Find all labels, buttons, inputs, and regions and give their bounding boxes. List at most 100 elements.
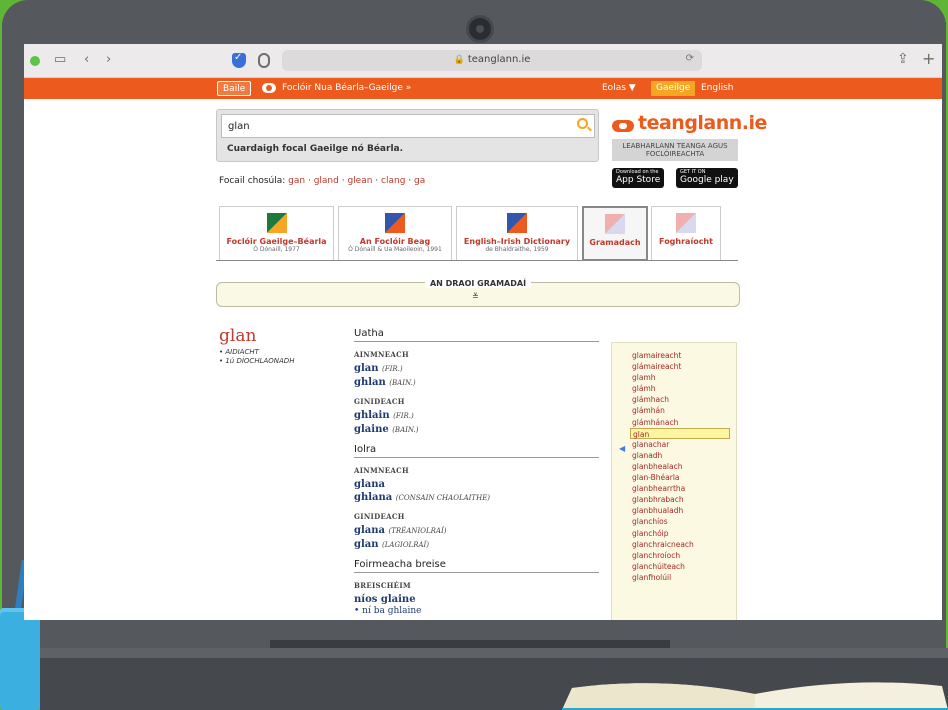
list-item[interactable]: glanachar [612,439,736,450]
browser-toolbar: ▭ ‹ › 🔒teanglann.ie ⟳ ⇪ + [24,44,942,78]
case-label: GINIDEACH [354,512,405,521]
pos-line: • 1ú DÍOCHLAONADH [219,357,295,365]
tab-focloir-gaeilge-bearla[interactable]: Foclóir Gaeilge–Béarla Ó Dónaill, 1977 [219,206,334,261]
logo-eye-icon [612,120,634,132]
reload-icon[interactable]: ⟳ [686,53,694,64]
laptop-keyboard-edge [40,648,948,658]
part-of-speech: • AIDIACHT • 1ú DÍOCHLAONADH [219,348,294,366]
form-row: ghlana (CONSAIN CHAOLAITHE) [354,492,491,503]
tab-title: Foghraíocht [659,237,713,246]
word-list: ◀ glamaireacht glámaireacht glamh glámh … [611,342,737,620]
new-dictionary-link[interactable]: Foclóir Nua Béarla–Gaeilge » [282,83,411,93]
form-row: glan (FIR.) [354,363,403,374]
similar-link[interactable]: gan [288,176,305,186]
google-label: Google play [680,175,734,185]
info-menu[interactable]: Eolas ▼ [602,83,636,93]
search-panel: Cuardaigh focal Gaeilge nó Béarla. [216,109,599,162]
tab-subtitle: de Bhaldraithe, 1959 [485,246,549,253]
back-icon[interactable]: ‹ [84,52,89,67]
lang-gaeilge-button[interactable]: Gaeilge [651,81,696,96]
site-nav: Baile Foclóir Nua Béarla–Gaeilge » Eolas… [24,78,942,99]
app-store-label: App Store [616,175,661,185]
list-item[interactable]: glámhán [612,405,736,416]
form-row: níos glaine [354,594,416,605]
section-title: Foirmeacha breise [354,559,599,573]
section-title: Iolra [354,444,599,458]
grammar-wizard-title: AN DRAOI GRAMADAÍ [424,279,532,288]
address-bar[interactable]: 🔒 teanglann.ie ⟳ [282,50,702,71]
sidebar-icon[interactable]: ▭ [54,52,66,67]
form-row: glan (LAGIOLRAÍ) [354,539,430,550]
tab-title: Gramadach [589,238,641,247]
tab-english-irish[interactable]: English–Irish Dictionary de Bhaldraithe,… [456,206,578,261]
list-item[interactable]: glámaireacht [612,361,736,372]
form-row: glaine (BAIN.) [354,424,419,435]
list-item[interactable]: glanchúiteach [612,561,736,572]
headword: glan [219,326,257,346]
forward-icon[interactable]: › [106,52,111,67]
list-item[interactable]: glanchóip [612,528,736,539]
similar-label: Focail chosúla: [219,176,286,186]
list-item-selected[interactable]: glan [630,427,730,439]
similar-link[interactable]: ga [414,176,425,186]
form-row: • ní ba ghlaine [354,606,422,616]
tab-divider [216,260,738,261]
lock-icon: 🔒 [453,55,465,65]
list-item[interactable]: glan-Bhéarla [612,472,736,483]
list-item[interactable]: glámhach [612,394,736,405]
pencil-icon [605,214,625,234]
tab-subtitle: Ó Dónaill, 1977 [253,246,300,253]
tab-subtitle: Ó Dónaill & Ua Maoileoin, 1991 [348,246,442,253]
list-item[interactable]: glanchíos [612,516,736,527]
case-label: AINMNEACH [354,350,409,359]
case-label: BREISCHÉIM [354,581,411,590]
list-item[interactable]: glámh [612,383,736,394]
similar-link[interactable]: glean [347,176,372,186]
search-icon[interactable] [577,118,588,129]
list-item[interactable]: glámhánach [612,417,736,428]
browser-window: ▭ ‹ › 🔒teanglann.ie ⟳ ⇪ + Baile Foclóir … [24,44,942,620]
list-item[interactable]: glanbhrabach [612,494,736,505]
tab-title: An Foclóir Beag [359,237,431,246]
url-text: teanglann.ie [467,54,531,65]
list-item[interactable]: glanbhualadh [612,505,736,516]
flag-icon [385,213,405,233]
logo-eye-icon [262,83,276,93]
shield-icon[interactable] [232,52,246,68]
list-item[interactable]: glanchraicneach [612,539,736,550]
list-item[interactable]: glanbhealach [612,461,736,472]
list-item[interactable]: glanbhearrtha [612,483,736,494]
tab-gramadach[interactable]: Gramadach [582,206,648,261]
flag-icon [507,213,527,233]
form-row: ghlain (FIR.) [354,410,414,421]
form-row: glana (TRÉANIOLRAÍ) [354,525,447,536]
grammar-table: Uatha AINMNEACH glan (FIR.) ghlan (BAIN.… [354,328,599,620]
library-subtitle: LEABHARLANN TEANGA AGUS FOCLÓIREACHTA [612,139,738,161]
list-item[interactable]: glanadh [612,450,736,461]
list-item[interactable]: glamaireacht [612,350,736,361]
google-play-button[interactable]: GET IT ON Google play [676,168,738,188]
similar-link[interactable]: gland [314,176,339,186]
form-row: ghlan (BAIN.) [354,377,416,388]
privacy-icon[interactable] [258,53,270,68]
case-label: AINMNEACH [354,466,409,475]
window-control-icon[interactable] [30,56,40,66]
search-input[interactable] [221,114,595,138]
list-item[interactable]: glamh [612,372,736,383]
tab-foghraiocht[interactable]: Foghraíocht [651,206,721,261]
list-item[interactable]: glanfholúil [612,572,736,583]
chevron-down-icon[interactable]: ≚ [472,292,479,301]
tab-title: Foclóir Gaeilge–Béarla [226,237,327,246]
pointer-arrow-icon: ◀ [619,444,626,453]
logo-text: teanglann.ie [638,112,767,134]
grammar-wizard-panel[interactable]: AN DRAOI GRAMADAÍ ≚ [216,279,740,307]
similar-link[interactable]: clang [381,176,405,186]
home-button[interactable]: Baile [217,81,252,96]
app-store-button[interactable]: Download on the App Store [612,168,665,188]
list-item[interactable]: glanchroíoch [612,550,736,561]
share-icon[interactable]: ⇪ [897,51,909,67]
tab-focloir-beag[interactable]: An Foclóir Beag Ó Dónaill & Ua Maoileoin… [338,206,452,261]
cup-icon [0,612,40,710]
lang-english-link[interactable]: English [701,83,734,93]
new-tab-icon[interactable]: + [922,49,935,68]
